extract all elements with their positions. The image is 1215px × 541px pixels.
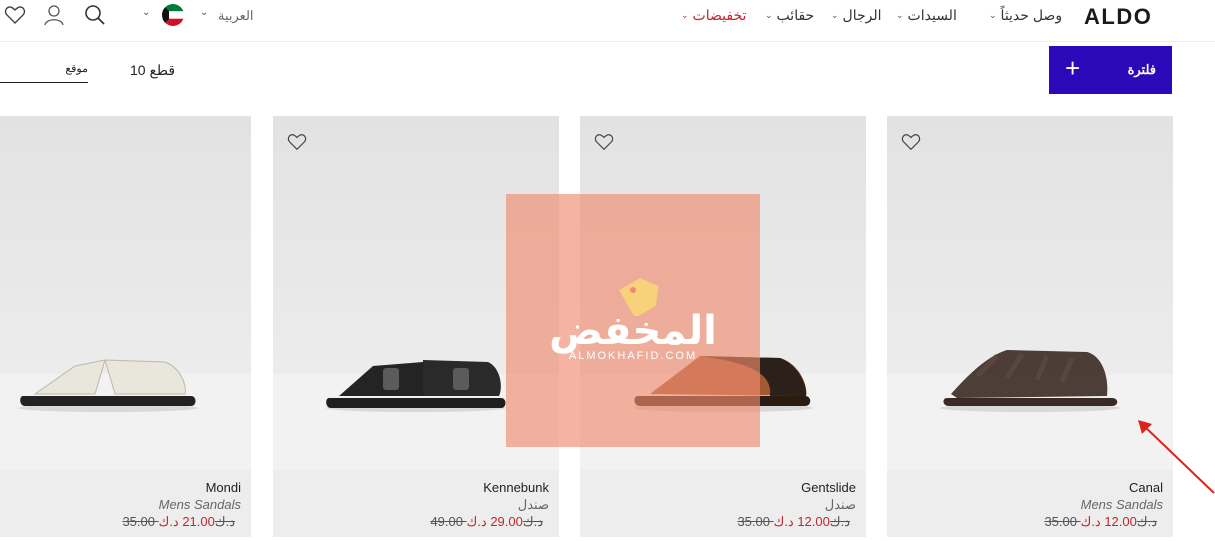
product-name[interactable]: Mondi xyxy=(206,480,241,495)
heart-icon[interactable] xyxy=(4,4,26,26)
sale-price: 21.00 د.ك xyxy=(158,514,215,529)
nav-sale[interactable]: ⌄ تخفيضات xyxy=(681,7,746,24)
watermark-overlay: المخفض ALMOKHAFID.COM xyxy=(506,194,760,447)
wishlist-heart-icon[interactable] xyxy=(901,132,921,152)
watermark-url: ALMOKHAFID.COM xyxy=(568,350,698,362)
product-price: 35.00 د.ك12.00 د.ك xyxy=(737,514,856,530)
chevron-down-icon[interactable]: ⌄ xyxy=(200,7,208,18)
chevron-down-icon: ⌄ xyxy=(831,10,839,20)
wishlist-heart-icon[interactable] xyxy=(594,132,614,152)
sort-dropdown[interactable]: موقع xyxy=(0,58,88,83)
product-count: 10 قطع xyxy=(130,62,176,78)
header: ALDO ⌄ وصل حديثاً ⌄ السيدات ⌄ الرجال ⌄ ح… xyxy=(0,0,1215,42)
watermark-text: المخفض xyxy=(549,308,717,354)
nav-women[interactable]: ⌄ السيدات xyxy=(896,7,957,24)
product-category: صندل xyxy=(824,497,856,512)
user-icon[interactable] xyxy=(43,4,65,26)
sale-price: 12.00 د.ك xyxy=(773,514,830,529)
nav-bags[interactable]: ⌄ حقائب xyxy=(765,7,814,24)
filter-label: فلترة xyxy=(1127,62,1156,77)
chevron-down-icon: ⌄ xyxy=(765,10,773,20)
sandal-image xyxy=(18,359,198,412)
product-category: صندل xyxy=(517,497,549,512)
nav-label: السيدات xyxy=(907,7,957,23)
wishlist-heart-icon[interactable] xyxy=(287,132,307,152)
nav-label: حقائب xyxy=(776,7,815,23)
sale-price: 12.00 د.ك xyxy=(1080,514,1137,529)
product-price: 35.00 د.ك21.00 د.ك xyxy=(122,514,241,530)
plus-icon: + xyxy=(1065,53,1081,83)
product-name[interactable]: Gentslide xyxy=(801,480,856,495)
nav-men[interactable]: ⌄ الرجال xyxy=(831,7,882,24)
product-price: 35.00 د.ك12.00 د.ك xyxy=(1044,514,1163,530)
product-card[interactable]: Canal Mens Sandals 35.00 د.ك12.00 د.ك xyxy=(887,116,1173,537)
sale-price: 29.00 د.ك xyxy=(466,514,523,529)
product-name[interactable]: Kennebunk xyxy=(483,480,549,495)
red-arrow-annotation xyxy=(1138,420,1215,494)
nav-new-arrivals[interactable]: ⌄ وصل حديثاً xyxy=(989,7,1062,24)
kuwait-flag-icon[interactable] xyxy=(162,4,184,26)
product-card[interactable]: Mondi Mens Sandals 35.00 د.ك21.00 د.ك xyxy=(0,116,251,537)
sandal-image xyxy=(940,350,1120,412)
product-category: Mens Sandals xyxy=(158,497,241,512)
aldo-logo[interactable]: ALDO xyxy=(1084,4,1152,30)
search-icon[interactable] xyxy=(84,4,106,26)
chevron-down-icon[interactable]: ⌄ xyxy=(142,7,150,18)
filter-button[interactable]: + فلترة xyxy=(1049,46,1172,94)
product-price: 49.00 د.ك29.00 د.ك xyxy=(430,514,549,530)
product-category: Mens Sandals xyxy=(1080,497,1163,512)
chevron-down-icon: ⌄ xyxy=(681,10,689,20)
chevron-down-icon: ⌄ xyxy=(896,10,904,20)
nav-label: تخفيضات xyxy=(692,7,747,23)
language-selector[interactable]: العربية xyxy=(218,8,254,24)
chevron-down-icon: ⌄ xyxy=(989,10,997,20)
nav-label: الرجال xyxy=(842,7,882,23)
nav-label: وصل حديثاً xyxy=(1000,7,1063,23)
sort-label: موقع xyxy=(65,63,88,75)
